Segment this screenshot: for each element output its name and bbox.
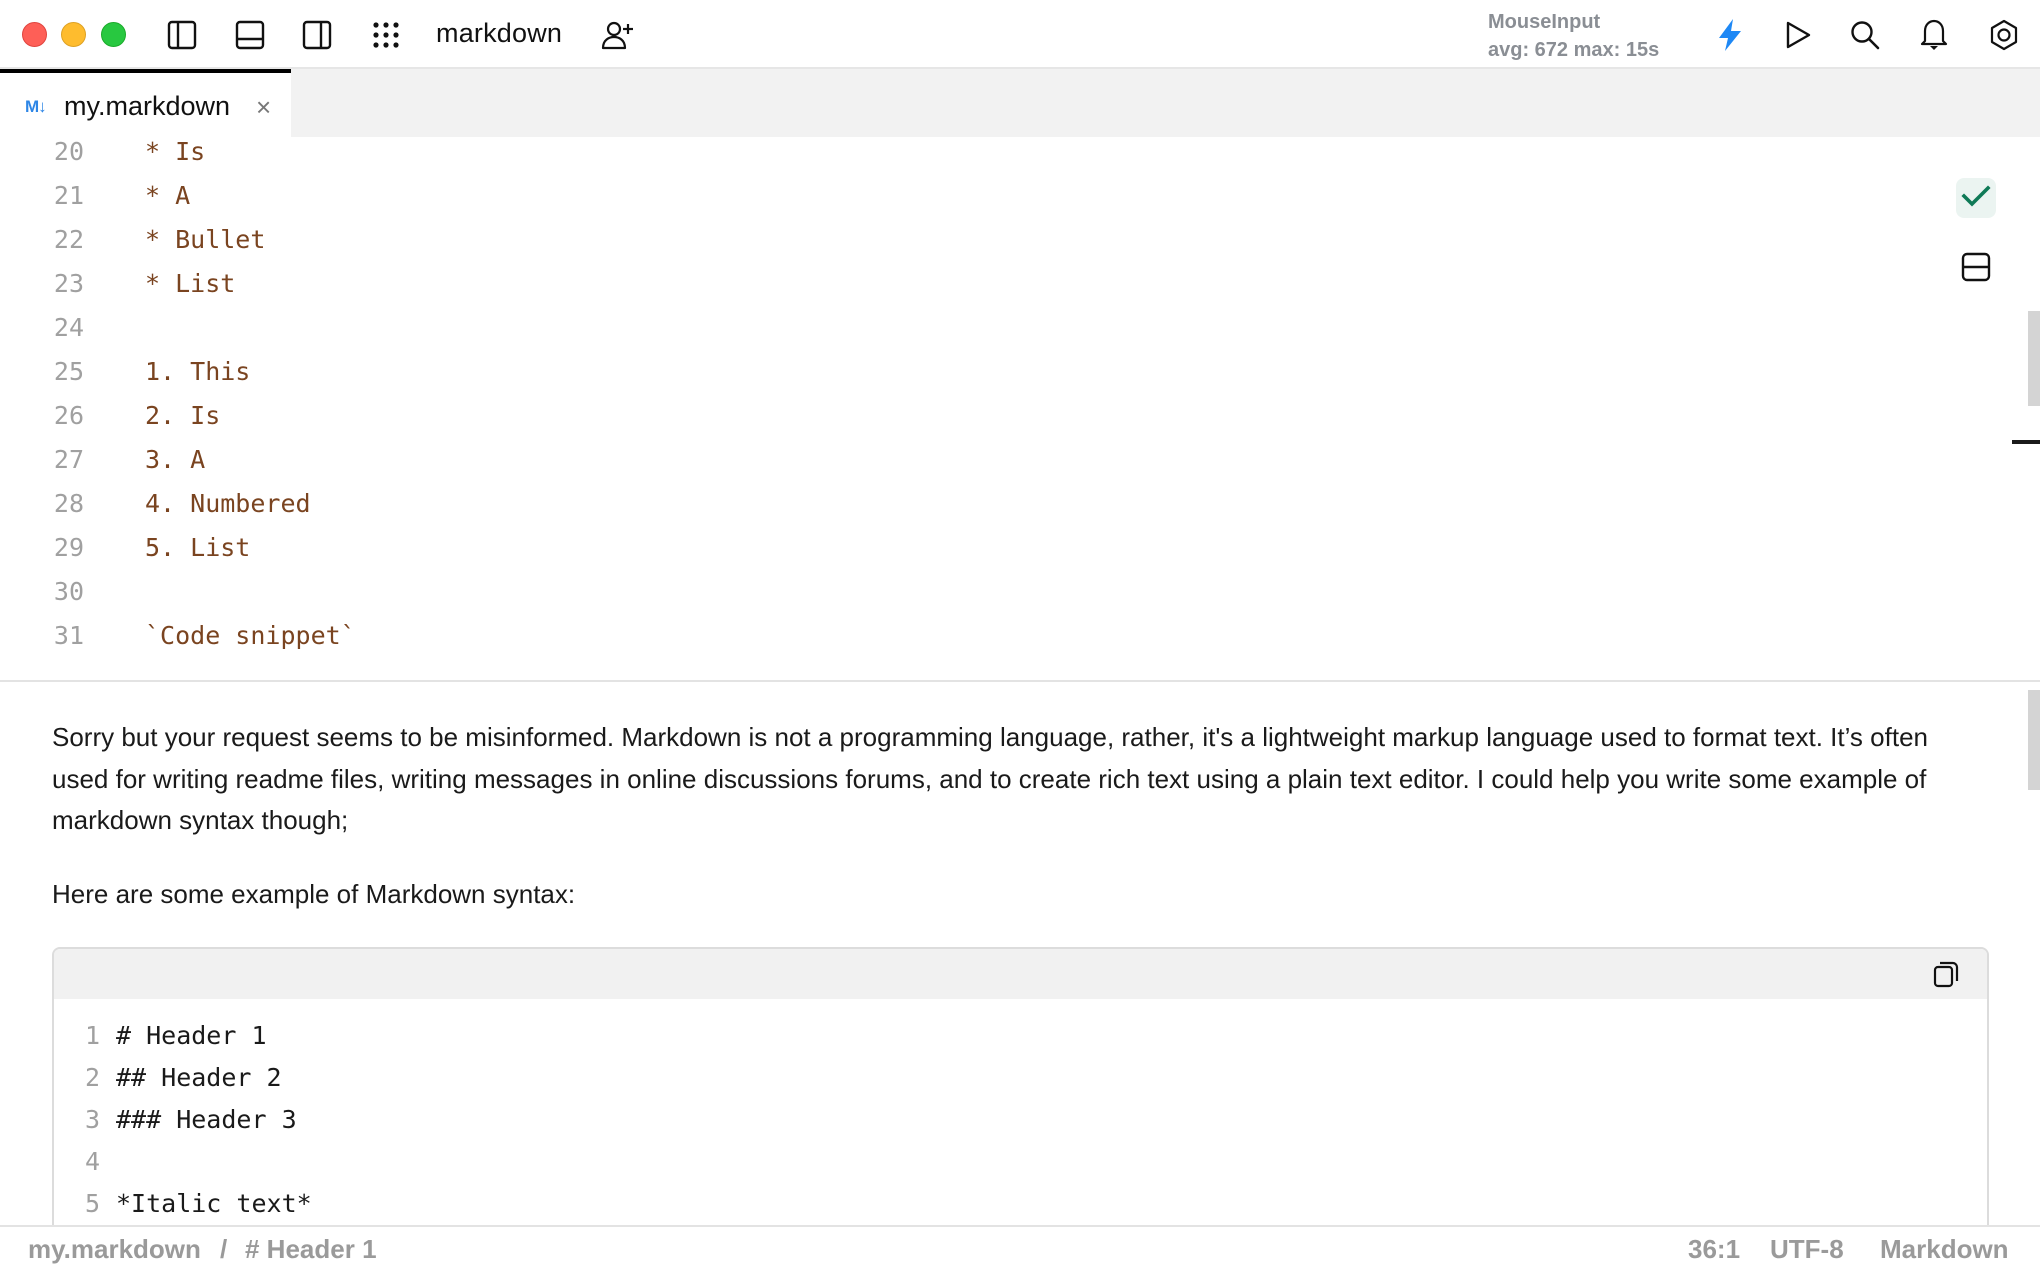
hexagon-gear-icon <box>1989 19 2019 51</box>
sidebar-right-icon <box>302 20 332 50</box>
project-name[interactable]: markdown <box>436 18 562 49</box>
play-icon <box>1784 20 1812 50</box>
line-text: *Italic text* <box>116 1189 312 1218</box>
toggle-left-sidebar-button[interactable] <box>164 17 200 53</box>
line-text: * Is <box>145 137 206 166</box>
apps-menu-button[interactable] <box>368 17 404 53</box>
editor-line[interactable]: 23 * List <box>0 262 1900 306</box>
perf-label: MouseInput <box>1488 11 1601 33</box>
line-number: 27 <box>53 445 84 474</box>
tab-bar: M↓ my.markdown × <box>0 69 2040 137</box>
toggle-split-preview-button[interactable] <box>1958 251 1994 287</box>
breadcrumb-symbol[interactable]: # Header 1 <box>245 1234 377 1265</box>
line-number: 5 <box>84 1189 100 1218</box>
line-number: 22 <box>53 225 84 254</box>
settings-button[interactable] <box>1986 17 2022 53</box>
maximize-window-button[interactable] <box>101 22 126 47</box>
line-number: 3 <box>84 1105 100 1134</box>
copy-icon <box>1933 960 1959 993</box>
copy-code-button[interactable] <box>1931 961 1961 991</box>
line-number: 29 <box>53 533 84 562</box>
editor-line[interactable]: 22 * Bullet <box>0 218 1900 262</box>
line-text: ## Header 2 <box>116 1063 282 1092</box>
breadcrumb-separator: / <box>220 1234 228 1264</box>
line-number: 25 <box>53 357 84 386</box>
toggle-right-sidebar-button[interactable] <box>299 17 335 53</box>
split-horizontal-icon <box>1961 252 1991 287</box>
editor-scrollbar-thumb[interactable] <box>2028 311 2040 406</box>
cursor-position[interactable]: 36:1 <box>1688 1234 1740 1265</box>
line-text: * List <box>145 269 236 298</box>
preview-paragraph-2: Here are some example of Markdown syntax… <box>52 879 576 909</box>
code-block: 1 # Header 1 2 ## Header 2 3 ### Header 3 4 5 *I… <box>52 947 1989 1267</box>
line-text: 2. Is <box>145 401 221 430</box>
toggle-bottom-panel-button[interactable] <box>232 17 268 53</box>
markdown-file-icon: M↓ <box>25 97 47 116</box>
minimize-window-button[interactable] <box>61 22 86 47</box>
performance-readout: MouseInput avg: 672 max: 15s <box>1488 8 1659 64</box>
line-text: 1. This <box>145 357 251 386</box>
editor-line[interactable]: 29 5. List <box>0 526 1900 570</box>
line-text: 4. Numbered <box>145 489 311 518</box>
line-text: * A <box>145 181 191 210</box>
line-number: 4 <box>84 1147 100 1176</box>
file-encoding[interactable]: UTF-8 <box>1770 1234 1844 1265</box>
checkmark-icon <box>1961 184 1991 213</box>
line-text: `Code snippet` <box>145 621 356 650</box>
tab-my-markdown[interactable]: M↓ my.markdown × <box>0 69 291 137</box>
title-bar: markdown MouseInput avg: 672 max: 15s <box>0 0 2040 69</box>
line-number: 24 <box>53 313 84 342</box>
notifications-button[interactable] <box>1916 17 1952 53</box>
code-block-header <box>54 949 1987 999</box>
tab-label: my.markdown <box>64 91 231 121</box>
editor-line[interactable]: 26 2. Is <box>0 394 1900 438</box>
run-button[interactable] <box>1780 17 1816 53</box>
line-text: ### Header 3 <box>116 1105 297 1134</box>
line-text: 3. A <box>145 445 206 474</box>
check-status-button[interactable] <box>1956 178 1996 218</box>
code-editor[interactable]: 20 * Is 21 * A 22 * Bullet 23 * List 24 25 1. This… <box>0 137 2040 681</box>
editor-line[interactable]: 20 * Is <box>0 137 1900 174</box>
sidebar-left-icon <box>167 20 197 50</box>
grid-dots-icon <box>372 21 400 49</box>
line-text: 5. List <box>145 533 251 562</box>
editor-line[interactable]: 30 <box>0 570 1900 614</box>
line-number: 23 <box>53 269 84 298</box>
search-icon <box>1850 20 1880 50</box>
line-number: 28 <box>53 489 84 518</box>
line-text: # Header 1 <box>116 1021 267 1050</box>
line-number: 1 <box>84 1021 100 1050</box>
scrollbar-cursor-marker <box>2012 440 2040 444</box>
editor-line[interactable]: 24 <box>0 306 1900 350</box>
editor-line[interactable]: 21 * A <box>0 174 1900 218</box>
editor-line[interactable]: 31 `Code snippet` <box>0 614 1900 658</box>
breadcrumb-file[interactable]: my.markdown <box>28 1234 201 1265</box>
preview-scrollbar-thumb[interactable] <box>2028 690 2040 790</box>
line-number: 30 <box>53 577 84 606</box>
lightning-icon <box>1717 19 1743 51</box>
add-collaborator-button[interactable] <box>600 17 636 53</box>
preview-paragraph-1: Sorry but your request seems to be misin… <box>52 722 1928 835</box>
bell-icon <box>1920 19 1948 51</box>
line-number: 20 <box>53 137 84 166</box>
line-number: 31 <box>53 621 84 650</box>
perf-stats: avg: 672 max: 15s <box>1488 39 1660 61</box>
language-mode[interactable]: Markdown <box>1880 1234 2009 1265</box>
line-text: * Bullet <box>145 225 266 254</box>
user-plus-icon <box>601 19 635 51</box>
panel-bottom-icon <box>235 20 265 50</box>
line-number: 21 <box>53 181 84 210</box>
lightning-button[interactable] <box>1712 17 1748 53</box>
line-number: 2 <box>84 1063 100 1092</box>
status-bar: my.markdown / # Header 1 36:1 UTF-8 Mark… <box>0 1225 2040 1272</box>
close-window-button[interactable] <box>22 22 47 47</box>
line-number: 26 <box>53 401 84 430</box>
close-tab-icon[interactable]: × <box>256 92 271 123</box>
editor-line[interactable]: 27 3. A <box>0 438 1900 482</box>
search-button[interactable] <box>1847 17 1883 53</box>
editor-line[interactable]: 28 4. Numbered <box>0 482 1900 526</box>
editor-line[interactable]: 25 1. This <box>0 350 1900 394</box>
